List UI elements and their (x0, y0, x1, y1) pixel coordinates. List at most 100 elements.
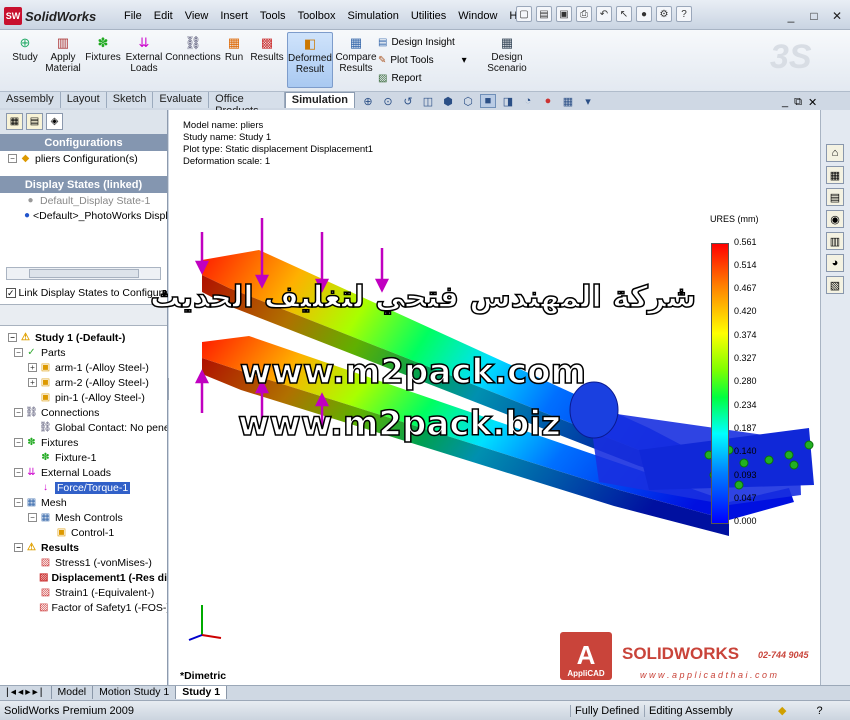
tree-study-1[interactable]: − ⚠ Study 1 (-Default-) (0, 330, 167, 345)
feature-manager-tab-icon[interactable]: ▦ (6, 113, 23, 130)
tree-mesh-controls[interactable]: − ▦ Mesh Controls (0, 510, 167, 525)
pane-splitter[interactable] (0, 304, 167, 326)
tab-office-products[interactable]: Office Products (209, 92, 285, 117)
maximize-button[interactable]: □ (803, 7, 825, 25)
tree-connections[interactable]: − ⛓ Connections (0, 405, 167, 420)
expand-toggle[interactable]: − (14, 468, 23, 477)
tab-simulation[interactable]: Simulation (284, 92, 355, 108)
scene-icon[interactable]: ● (540, 94, 556, 108)
tree-part-arm1[interactable]: + ▣ arm-1 (-Alloy Steel-) (0, 360, 167, 375)
print-icon[interactable]: ⎙ (576, 6, 592, 22)
open-folder-icon[interactable]: ▤ (536, 6, 552, 22)
help-icon[interactable]: ? (676, 6, 692, 22)
tree-part-arm2[interactable]: + ▣ arm-2 (-Alloy Steel-) (0, 375, 167, 390)
tab-evaluate[interactable]: Evaluate (153, 92, 210, 108)
expand-toggle[interactable]: − (8, 333, 17, 342)
close-button[interactable]: ✕ (826, 7, 848, 25)
menu-toolbox[interactable]: Toolbox (292, 8, 342, 24)
tree-results[interactable]: − ⚠ Results (0, 540, 167, 555)
tab-motion-study-1[interactable]: Motion Study 1 (93, 686, 177, 699)
study-button[interactable]: ⊕ Study (8, 32, 42, 88)
expand-toggle[interactable]: − (14, 348, 23, 357)
horizontal-scrollbar[interactable] (6, 267, 161, 280)
tree-result-displacement1[interactable]: ▨ Displacement1 (-Res disp (0, 570, 167, 585)
tab-study-1[interactable]: Study 1 (176, 686, 228, 699)
doc-minimize-button[interactable]: _ (782, 96, 788, 109)
menu-simulation[interactable]: Simulation (341, 8, 404, 24)
color-legend-bar[interactable] (711, 243, 729, 524)
display-state-item[interactable]: ● Default_Display State-1 (0, 193, 167, 208)
menu-tools[interactable]: Tools (254, 8, 292, 24)
tree-fixture-1[interactable]: ✽ Fixture-1 (0, 450, 167, 465)
tab-layout[interactable]: Layout (60, 92, 107, 108)
expand-toggle[interactable]: − (28, 513, 37, 522)
fixtures-button[interactable]: ✽ Fixtures (84, 32, 122, 88)
property-manager-tab-icon[interactable]: ▤ (26, 113, 43, 130)
rebuild-icon[interactable]: ◆ (778, 704, 786, 717)
minimize-button[interactable]: _ (780, 7, 802, 25)
doc-restore-button[interactable]: ⧉ (794, 96, 802, 109)
expand-toggle[interactable]: − (8, 154, 17, 163)
tree-result-stress1[interactable]: ▨ Stress1 (-vonMises-) (0, 555, 167, 570)
configuration-manager-tab-icon[interactable]: ◈ (46, 113, 63, 130)
tree-result-strain1[interactable]: ▨ Strain1 (-Equivalent-) (0, 585, 167, 600)
section-view-icon[interactable]: ◫ (420, 94, 436, 108)
connections-button[interactable]: ⛓ Connections (165, 32, 221, 88)
edit-appearance-icon[interactable]: ◔ (520, 94, 536, 108)
run-button[interactable]: ▦ Run (222, 32, 246, 88)
deformed-result-button[interactable]: ◧ Deformed Result (287, 32, 333, 88)
menu-insert[interactable]: Insert (214, 8, 254, 24)
help-status-icon[interactable]: ? (816, 705, 822, 717)
expand-toggle[interactable]: − (14, 438, 23, 447)
tree-fixtures[interactable]: − ✽ Fixtures (0, 435, 167, 450)
scroll-thumb[interactable] (29, 269, 139, 278)
tree-external-loads[interactable]: − ⇊ External Loads (0, 465, 167, 480)
previous-view-icon[interactable]: ↺ (400, 94, 416, 108)
undo-icon[interactable]: ↶ (596, 6, 612, 22)
design-library-icon[interactable]: ▦ (826, 166, 844, 184)
apply-material-button[interactable]: ▥ Apply Material (44, 32, 82, 88)
rebuild-traffic-light-icon[interactable]: ● (636, 6, 652, 22)
tree-result-fos1[interactable]: ▨ Factor of Safety1 (-FOS-) (0, 600, 167, 615)
tree-part-pin1[interactable]: ▣ pin-1 (-Alloy Steel-) (0, 390, 167, 405)
zoom-area-icon[interactable]: ⊙ (380, 94, 396, 108)
view-orientation-icon[interactable]: ⬢ (440, 94, 456, 108)
results-button[interactable]: ▩ Results (250, 32, 284, 88)
design-scenario-button[interactable]: ▦ Design Scenario (484, 32, 530, 88)
view-settings-icon[interactable]: ▦ (560, 94, 576, 108)
plot-tools-button[interactable]: ✎ Plot Tools ▾ (378, 51, 467, 69)
select-pointer-icon[interactable]: ↖ (616, 6, 632, 22)
custom-properties-icon[interactable]: ▧ (826, 276, 844, 294)
display-state-item[interactable]: ● <Default>_PhotoWorks Displ (0, 208, 167, 223)
report-button[interactable]: ▨ Report (378, 69, 467, 87)
hide-show-icon[interactable]: ◨ (500, 94, 516, 108)
shaded-icon[interactable]: ■ (480, 94, 496, 108)
expand-toggle[interactable]: + (28, 363, 37, 372)
menu-utilities[interactable]: Utilities (405, 8, 452, 24)
new-document-icon[interactable]: ▢ (516, 6, 532, 22)
checkbox[interactable]: ✓ (6, 287, 16, 298)
view-palette-icon[interactable]: ▥ (826, 232, 844, 250)
tree-global-contact[interactable]: ⛓ Global Contact: No penet (0, 420, 167, 435)
tab-model[interactable]: Model (52, 686, 94, 699)
appearances-icon[interactable]: ◕ (826, 254, 844, 272)
menu-window[interactable]: Window (452, 8, 503, 24)
menu-view[interactable]: View (179, 8, 215, 24)
doc-close-button[interactable]: ✕ (808, 96, 817, 109)
expand-toggle[interactable]: + (28, 378, 37, 387)
tree-parts[interactable]: − ✓ Parts (0, 345, 167, 360)
menu-edit[interactable]: Edit (148, 8, 179, 24)
config-item[interactable]: − ◆ pliers Configuration(s) (0, 151, 167, 166)
save-icon[interactable]: ▣ (556, 6, 572, 22)
resources-home-icon[interactable]: ⌂ (826, 144, 844, 162)
search-icon[interactable]: ◉ (826, 210, 844, 228)
tree-mesh[interactable]: − ▦ Mesh (0, 495, 167, 510)
options-gear-icon[interactable]: ⚙ (656, 6, 672, 22)
zoom-to-fit-icon[interactable]: ⊕ (360, 94, 376, 108)
menu-file[interactable]: File (118, 8, 148, 24)
tab-sketch[interactable]: Sketch (106, 92, 154, 108)
tree-control-1[interactable]: ▣ Control-1 (0, 525, 167, 540)
app-logo[interactable]: SW SolidWorks (4, 6, 96, 26)
tab-assembly[interactable]: Assembly (0, 92, 61, 108)
tab-nav-icons[interactable]: |◂◂▸▸| (0, 686, 52, 699)
